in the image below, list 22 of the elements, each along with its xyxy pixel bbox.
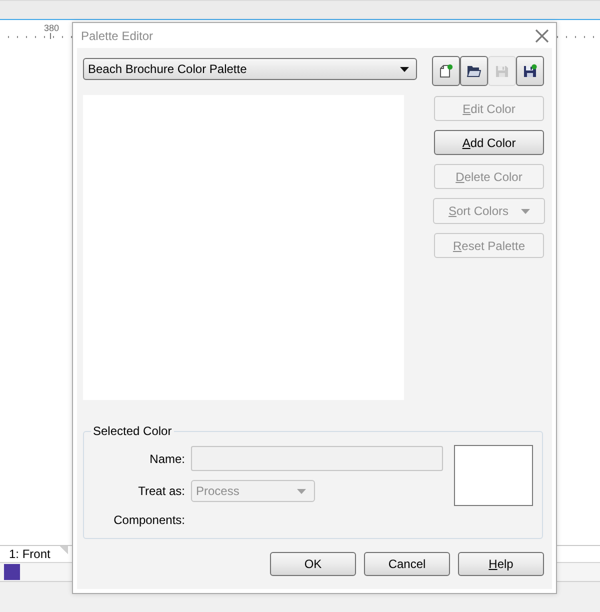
save-as-button[interactable] xyxy=(516,56,544,86)
new-palette-button[interactable] xyxy=(432,56,460,86)
window-title: Palette Editor xyxy=(81,28,154,42)
color-swatch-icon[interactable] xyxy=(4,564,20,580)
caret-icon xyxy=(520,208,530,214)
open-palette-button[interactable] xyxy=(460,56,488,86)
dialog-button[interactable]: OK xyxy=(270,552,356,576)
close-icon xyxy=(535,28,549,42)
ruler-label: 380 xyxy=(44,23,60,33)
group-title: Selected Color xyxy=(92,424,173,438)
close-button[interactable] xyxy=(535,28,549,42)
field-label: Components: xyxy=(112,512,185,529)
field-label: Name: xyxy=(148,452,185,466)
caret-icon xyxy=(400,66,409,72)
new-page-icon xyxy=(439,64,453,78)
action-button[interactable]: Add Color xyxy=(434,130,544,155)
dialog-button[interactable]: Cancel xyxy=(364,552,450,576)
caret-icon xyxy=(297,488,306,494)
dialog-button[interactable]: Help xyxy=(458,552,544,576)
field-label: Treat as: xyxy=(137,484,185,498)
folder-icon xyxy=(467,65,481,77)
palette-select[interactable]: Beach Brochure Color Palette xyxy=(83,58,417,80)
